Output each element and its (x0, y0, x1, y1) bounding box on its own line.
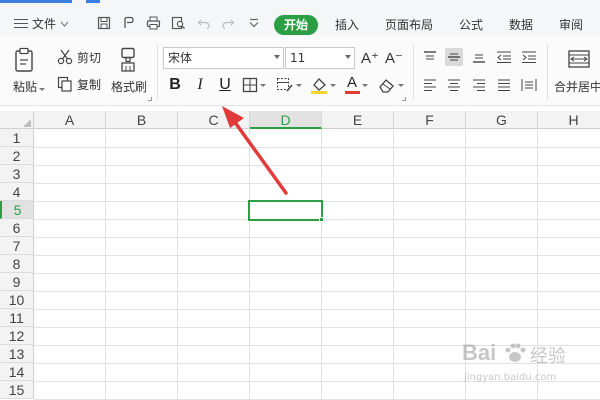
spreadsheet-app: 文件 开始 插入 页面布局 公式 数据 审阅 粘贴 剪切 复制 格式刷 宋体 1… (0, 0, 600, 400)
watermark-url: jingyan.baidu.com (464, 372, 557, 383)
watermark-brand: Bai (462, 340, 497, 365)
watermark-brand2: 经验 (530, 346, 566, 367)
paw-icon (505, 343, 526, 362)
baidu-jingyan-watermark: Bai 经验 jingyan.baidu.com (448, 336, 596, 396)
